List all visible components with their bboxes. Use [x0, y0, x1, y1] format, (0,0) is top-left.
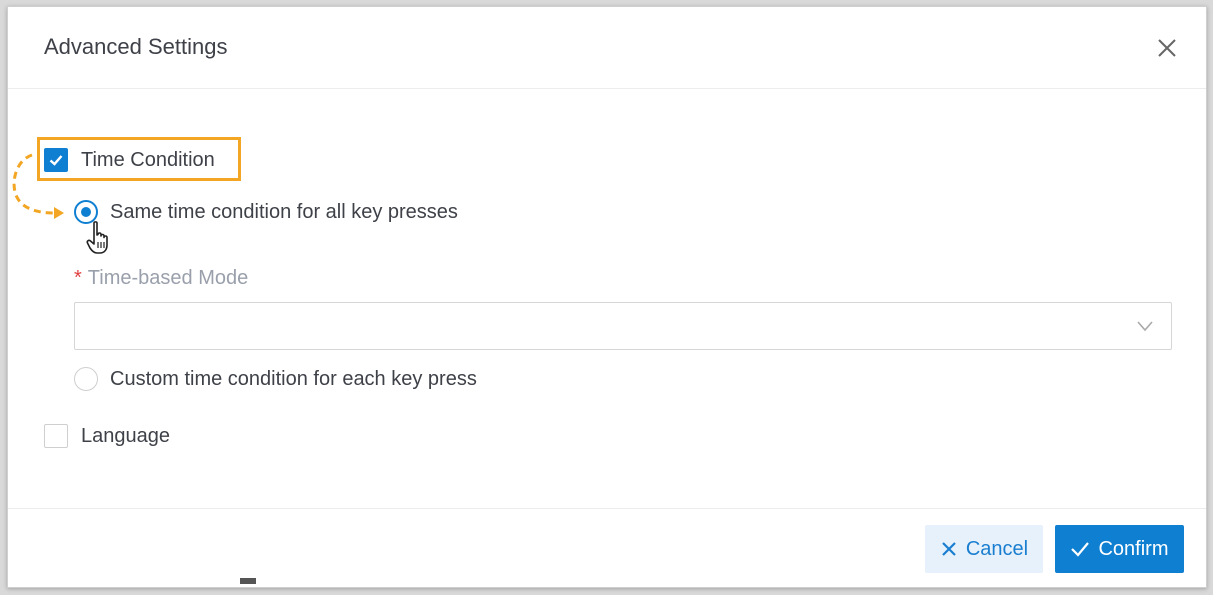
- close-icon[interactable]: [1154, 35, 1180, 61]
- same-time-label: Same time condition for all key presses: [110, 200, 458, 223]
- time-based-mode-label: * Time-based Mode: [74, 267, 248, 290]
- advanced-settings-dialog: Advanced Settings Time Condition Same ti…: [7, 6, 1207, 588]
- check-icon: [1071, 542, 1090, 557]
- custom-time-option[interactable]: Custom time condition for each key press: [74, 367, 477, 391]
- chevron-down-icon: [1137, 321, 1153, 332]
- dialog-title: Advanced Settings: [44, 34, 228, 59]
- dialog-footer: Cancel Confirm: [8, 508, 1206, 589]
- dialog-header: Advanced Settings: [8, 7, 1206, 89]
- language-option[interactable]: Language: [44, 424, 170, 448]
- check-icon: [49, 155, 63, 166]
- language-checkbox[interactable]: [44, 424, 68, 448]
- language-label: Language: [81, 424, 170, 447]
- confirm-label: Confirm: [1098, 537, 1169, 560]
- same-time-option[interactable]: Same time condition for all key presses: [74, 200, 458, 224]
- time-based-mode-select[interactable]: [74, 302, 1172, 350]
- background-fragment: [240, 578, 256, 584]
- cancel-label: Cancel: [965, 537, 1029, 560]
- time-based-mode-text: Time-based Mode: [87, 267, 249, 289]
- close-icon: [942, 542, 956, 556]
- custom-time-label: Custom time condition for each key press: [110, 367, 477, 390]
- confirm-button[interactable]: Confirm: [1055, 525, 1184, 573]
- time-condition-option[interactable]: Time Condition: [44, 148, 215, 172]
- cancel-button[interactable]: Cancel: [925, 525, 1043, 573]
- radio-dot: [81, 207, 91, 217]
- custom-time-radio[interactable]: [74, 367, 98, 391]
- time-condition-label: Time Condition: [81, 148, 215, 171]
- time-condition-checkbox[interactable]: [44, 148, 68, 172]
- hand-cursor-icon: [86, 221, 108, 254]
- required-mark: *: [74, 267, 82, 289]
